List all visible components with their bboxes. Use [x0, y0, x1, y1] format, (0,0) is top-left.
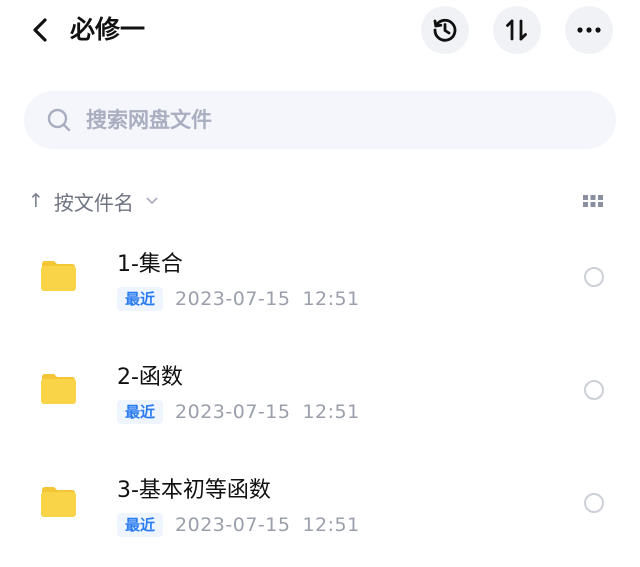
- file-meta: 最近 2023-07-15 12:51: [117, 512, 360, 538]
- header: 必修一: [0, 0, 640, 62]
- select-checkbox[interactable]: [584, 493, 604, 513]
- file-date: 2023-07-15: [175, 401, 291, 423]
- more-dots-icon: [577, 27, 601, 33]
- page-title: 必修一: [70, 15, 146, 44]
- chevron-down-icon: [146, 197, 158, 205]
- sort-button[interactable]: [493, 6, 541, 54]
- sort-direction-arrow: ↑: [28, 190, 44, 212]
- chevron-left-icon: [33, 18, 47, 42]
- history-icon: [433, 18, 457, 42]
- search-input[interactable]: [86, 108, 566, 132]
- sort-by-name-toggle[interactable]: ↑ 按文件名: [28, 182, 158, 220]
- folder-icon: [41, 487, 76, 517]
- recent-badge: 最近: [117, 400, 164, 424]
- grid-view-icon[interactable]: [582, 190, 604, 212]
- file-date: 2023-07-15: [175, 288, 291, 310]
- file-list: 1-集合 最近 2023-07-15 12:51 2-函数 最近 2023-07…: [0, 222, 640, 561]
- list-item[interactable]: 1-集合 最近 2023-07-15 12:51: [0, 222, 640, 335]
- file-date: 2023-07-15: [175, 514, 291, 536]
- list-item[interactable]: 2-函数 最近 2023-07-15 12:51: [0, 335, 640, 448]
- file-time: 12:51: [302, 288, 360, 310]
- file-name: 1-集合: [117, 252, 183, 277]
- file-time: 12:51: [302, 401, 360, 423]
- file-browser-page: 必修一 搜索网盘文件 ↑ 按文件名 1-集合 最近 2023-07-15 12:…: [0, 0, 640, 567]
- file-name: 3-基本初等函数: [117, 478, 271, 503]
- recent-badge: 最近: [117, 513, 164, 537]
- file-meta: 最近 2023-07-15 12:51: [117, 399, 360, 425]
- back-button[interactable]: [22, 12, 58, 48]
- file-time: 12:51: [302, 514, 360, 536]
- sort-bar: ↑ 按文件名: [24, 182, 616, 220]
- folder-icon: [41, 261, 76, 291]
- sort-label: 按文件名: [53, 190, 134, 215]
- folder-icon: [41, 374, 76, 404]
- select-checkbox[interactable]: [584, 380, 604, 400]
- file-name: 2-函数: [117, 365, 183, 390]
- more-button[interactable]: [565, 6, 613, 54]
- history-button[interactable]: [421, 6, 469, 54]
- sort-arrows-icon: [506, 19, 527, 41]
- search-bar[interactable]: [24, 91, 616, 149]
- recent-badge: 最近: [117, 287, 164, 311]
- list-item[interactable]: 3-基本初等函数 最近 2023-07-15 12:51: [0, 448, 640, 561]
- search-icon: [46, 107, 72, 133]
- select-checkbox[interactable]: [584, 267, 604, 287]
- file-meta: 最近 2023-07-15 12:51: [117, 286, 360, 312]
